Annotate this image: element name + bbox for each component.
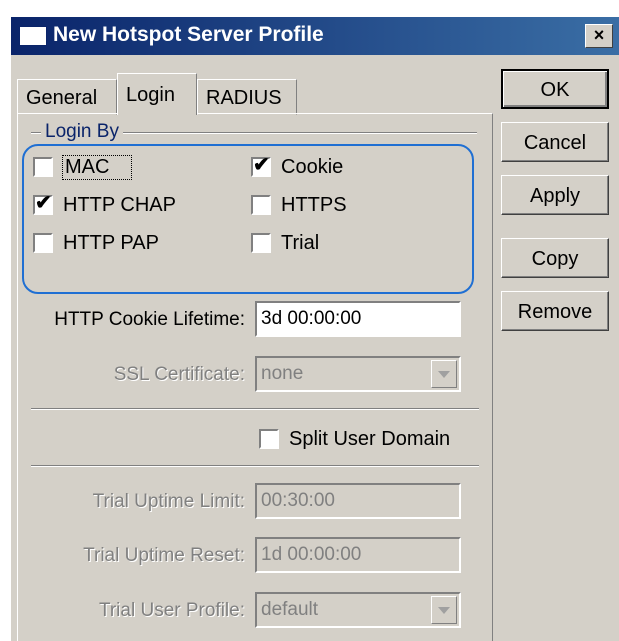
checkbox-https[interactable]: HTTPS (251, 191, 347, 219)
window-icon (19, 26, 47, 46)
apply-button[interactable]: Apply (501, 175, 609, 215)
checkbox-https-box[interactable] (251, 195, 271, 215)
checkbox-trial[interactable]: Trial (251, 229, 319, 257)
separator (31, 408, 479, 410)
tab-radius[interactable]: RADIUS (197, 79, 297, 115)
trial-uptime-limit-input[interactable]: 00:30:00 (255, 483, 461, 519)
copy-button[interactable]: Copy (501, 238, 609, 278)
trial-user-profile-select[interactable]: default (255, 592, 461, 628)
checkbox-http-chap-label: HTTP CHAP (63, 193, 176, 216)
checkbox-http-chap-box[interactable]: ✔ (33, 192, 53, 215)
dialog-window: New Hotspot Server Profile × General Log… (10, 16, 619, 641)
checkbox-mac-box[interactable] (33, 157, 53, 177)
checkbox-http-chap[interactable]: ✔ HTTP CHAP (33, 191, 176, 219)
tab-login[interactable]: Login (117, 73, 197, 115)
checkbox-cookie-box[interactable]: ✔ (251, 154, 271, 177)
close-button[interactable]: × (585, 24, 613, 48)
login-by-group-label: Login By (41, 121, 123, 143)
title-bar[interactable]: New Hotspot Server Profile × (11, 17, 619, 55)
ssl-certificate-label: SSL Certificate: (113, 364, 245, 385)
cookie-lifetime-input[interactable]: 3d 00:00:00 (255, 301, 461, 337)
check-icon: ✔ (35, 192, 52, 214)
checkbox-trial-box[interactable] (251, 233, 271, 253)
tab-general[interactable]: General (17, 79, 117, 115)
checkbox-http-pap-label: HTTP PAP (63, 231, 159, 254)
checkbox-http-pap-box[interactable] (33, 233, 53, 253)
checkbox-cookie-label: Cookie (281, 155, 344, 178)
checkbox-trial-label: Trial (281, 231, 320, 254)
trial-uptime-reset-input[interactable]: 1d 00:00:00 (255, 537, 461, 573)
trial-uptime-limit-label: Trial Uptime Limit: (92, 491, 245, 512)
cookie-lifetime-label: HTTP Cookie Lifetime: (54, 309, 245, 330)
chevron-down-icon[interactable] (431, 360, 457, 388)
checkbox-mac-label: MAC (61, 154, 133, 180)
window-title: New Hotspot Server Profile (53, 23, 324, 46)
trial-uptime-reset-label: Trial Uptime Reset: (83, 545, 245, 566)
trial-user-profile-label: Trial User Profile: (98, 600, 245, 621)
checkbox-mac[interactable]: MAC (33, 153, 133, 181)
check-icon: ✔ (253, 154, 270, 176)
ssl-certificate-value: none (261, 363, 304, 384)
checkbox-http-pap[interactable]: HTTP PAP (33, 229, 159, 257)
ssl-certificate-select[interactable]: none (255, 356, 461, 392)
ok-button[interactable]: OK (501, 69, 609, 109)
trial-user-profile-value: default (261, 599, 319, 620)
checkbox-https-label: HTTPS (281, 193, 347, 216)
checkbox-cookie[interactable]: ✔ Cookie (251, 153, 343, 181)
cancel-button[interactable]: Cancel (501, 122, 609, 162)
checkbox-split-user-domain-box[interactable] (259, 429, 279, 449)
checkbox-split-user-domain-label: Split User Domain (289, 427, 451, 450)
chevron-down-icon[interactable] (431, 596, 457, 624)
checkbox-split-user-domain[interactable]: Split User Domain (259, 425, 450, 453)
separator (31, 465, 479, 467)
remove-button[interactable]: Remove (501, 291, 609, 331)
